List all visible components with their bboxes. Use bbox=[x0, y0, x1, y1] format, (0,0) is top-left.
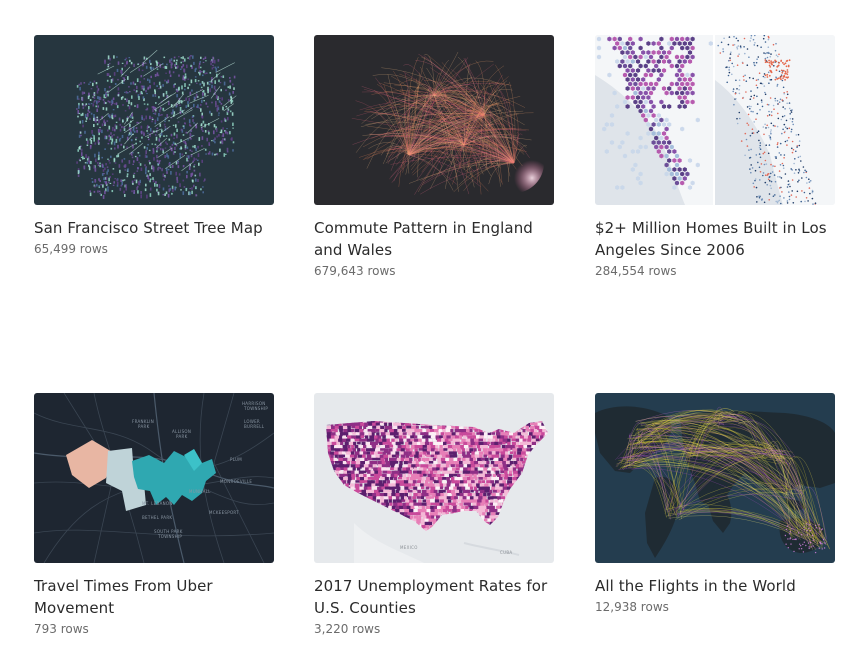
thumbnail-us-unemployment[interactable]: MEXICO CUBA bbox=[314, 393, 554, 563]
uber-map-label: PARK bbox=[176, 434, 188, 439]
thumbnail-commute[interactable] bbox=[314, 35, 554, 205]
uber-map-label: TOWNSHIP bbox=[157, 534, 182, 539]
thumbnail-uber[interactable]: HARRISON TOWNSHIP FRANKLIN PARK ALLISON PARK L… bbox=[34, 393, 274, 563]
thumbnail-la-homes[interactable] bbox=[595, 35, 835, 205]
uber-map-label: MONROEVILLE bbox=[220, 479, 252, 484]
card-row-count: 3,220 rows bbox=[314, 622, 381, 636]
card-title[interactable]: Commute Pattern in England and Wales bbox=[314, 217, 554, 261]
card-row-count: 284,554 rows bbox=[595, 264, 677, 278]
uber-map-label: MUNHALL bbox=[189, 489, 211, 494]
card-row-count: 65,499 rows bbox=[34, 242, 108, 256]
uber-map-label: PLUM bbox=[230, 457, 242, 462]
uber-map-label: MCKEESPORT bbox=[209, 510, 239, 515]
dataset-card-la-homes[interactable]: $2+ Million Homes Built in Los Angeles S… bbox=[595, 35, 835, 279]
dataset-card-sf-trees[interactable]: San Francisco Street Tree Map 65,499 row… bbox=[34, 35, 274, 257]
card-title[interactable]: All the Flights in the World bbox=[595, 575, 835, 597]
card-title[interactable]: 2017 Unemployment Rates for U.S. Countie… bbox=[314, 575, 554, 619]
card-title[interactable]: $2+ Million Homes Built in Los Angeles S… bbox=[595, 217, 835, 261]
thumbnail-flights[interactable] bbox=[595, 393, 835, 563]
dataset-card-us-unemployment[interactable]: MEXICO CUBA 2017 Unemployment Rates for U… bbox=[314, 393, 554, 637]
uber-map-label: MT. LEBANON bbox=[142, 501, 173, 506]
card-row-count: 679,643 rows bbox=[314, 264, 396, 278]
us-map-label: MEXICO bbox=[400, 545, 418, 550]
card-row-count: 12,938 rows bbox=[595, 600, 669, 614]
uber-map-label: BETHEL PARK bbox=[142, 515, 172, 520]
thumbnail-sf-trees[interactable] bbox=[34, 35, 274, 205]
uber-map-label: TOWNSHIP bbox=[243, 406, 268, 411]
dataset-grid: San Francisco Street Tree Map 65,499 row… bbox=[0, 0, 866, 651]
dataset-card-flights[interactable]: All the Flights in the World 12,938 rows bbox=[595, 393, 835, 615]
dataset-card-uber[interactable]: HARRISON TOWNSHIP FRANKLIN PARK ALLISON PARK L… bbox=[34, 393, 274, 637]
uber-map-label: PARK bbox=[138, 424, 150, 429]
uber-map-label: BURRELL bbox=[244, 424, 265, 429]
dataset-card-commute[interactable]: Commute Pattern in England and Wales 679… bbox=[314, 35, 554, 279]
card-row-count: 793 rows bbox=[34, 622, 89, 636]
card-title[interactable]: Travel Times From Uber Movement bbox=[34, 575, 274, 619]
card-title[interactable]: San Francisco Street Tree Map bbox=[34, 217, 274, 239]
us-map-label: CUBA bbox=[500, 550, 512, 555]
